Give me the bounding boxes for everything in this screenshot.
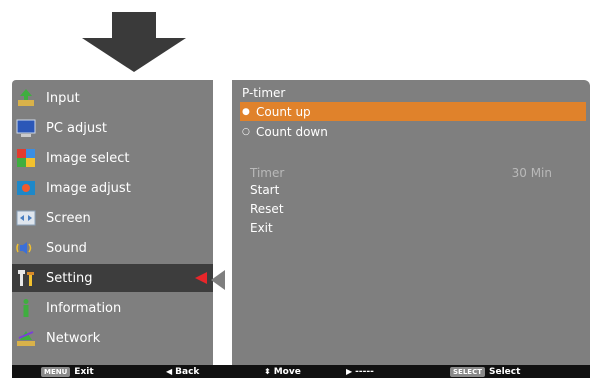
help-bar: MENU Exit ◀ Back ⬍ Move ▶ ----- SELECT S… bbox=[12, 365, 590, 378]
sidebar-item-pc-adjust[interactable]: PC adjust bbox=[12, 114, 213, 142]
option-count-down[interactable]: ○ Count down bbox=[240, 122, 586, 141]
sidebar-menu: Input PC adjust Image select Image adjus… bbox=[12, 80, 213, 365]
sidebar-item-information[interactable]: Information bbox=[12, 294, 213, 322]
sidebar-item-label: Screen bbox=[46, 210, 91, 226]
sidebar-item-sound[interactable]: Sound bbox=[12, 234, 213, 262]
sidebar-item-label: Setting bbox=[46, 270, 93, 286]
sidebar-item-setting[interactable]: Setting bbox=[12, 264, 213, 292]
select-key: SELECT bbox=[450, 366, 485, 377]
option-count-up[interactable]: ● Count up bbox=[240, 102, 586, 121]
active-marker-icon bbox=[195, 272, 207, 284]
up-down-arrow-icon: ⬍ bbox=[264, 367, 271, 376]
panel-title: P-timer bbox=[242, 86, 286, 100]
help-next-label: ----- bbox=[355, 366, 374, 377]
input-icon bbox=[18, 89, 34, 106]
help-exit-label: Exit bbox=[74, 366, 94, 377]
left-arrow-icon: ◀ bbox=[166, 367, 173, 376]
sidebar-item-label: Image adjust bbox=[46, 180, 131, 196]
help-back: ◀ Back bbox=[166, 365, 199, 378]
radio-selected-icon: ● bbox=[242, 106, 250, 117]
help-exit: MENU Exit bbox=[41, 365, 94, 378]
sidebar-item-label: Information bbox=[46, 300, 122, 316]
help-next: ▶ ----- bbox=[346, 365, 374, 378]
sidebar-item-label: Input bbox=[46, 90, 80, 106]
help-back-label: Back bbox=[175, 366, 200, 377]
sidebar-item-label: Image select bbox=[46, 150, 130, 166]
submenu-connector bbox=[211, 270, 225, 290]
image-adjust-icon bbox=[17, 181, 35, 195]
timer-label: Timer bbox=[250, 166, 285, 180]
sidebar-item-input[interactable]: Input bbox=[12, 84, 213, 112]
reset-item[interactable]: Reset bbox=[250, 202, 284, 216]
radio-unselected-icon: ○ bbox=[242, 126, 250, 137]
information-icon bbox=[23, 299, 29, 317]
option-label: Count up bbox=[256, 104, 311, 119]
sidebar-item-image-select[interactable]: Image select bbox=[12, 144, 213, 172]
setting-icon bbox=[18, 270, 34, 286]
right-arrow-icon: ▶ bbox=[346, 367, 353, 376]
screen-icon bbox=[16, 210, 36, 226]
sidebar-item-image-adjust[interactable]: Image adjust bbox=[12, 174, 213, 202]
sidebar-item-network[interactable]: Network bbox=[12, 324, 213, 352]
sidebar-item-label: PC adjust bbox=[46, 120, 107, 136]
option-label: Count down bbox=[256, 124, 328, 139]
p-timer-panel: P-timer ● Count up ○ Count down Timer 30… bbox=[232, 80, 590, 365]
help-select: SELECT Select bbox=[450, 365, 520, 378]
sound-icon bbox=[16, 242, 32, 254]
image-select-icon bbox=[17, 149, 35, 167]
timer-value[interactable]: 30 Min bbox=[512, 166, 552, 180]
sidebar-item-label: Network bbox=[46, 330, 101, 346]
sidebar-item-label: Sound bbox=[46, 240, 87, 256]
sidebar-item-screen[interactable]: Screen bbox=[12, 204, 213, 232]
start-item[interactable]: Start bbox=[250, 183, 279, 197]
help-move: ⬍ Move bbox=[264, 365, 301, 378]
exit-item[interactable]: Exit bbox=[250, 221, 273, 235]
down-arrow-icon bbox=[82, 12, 186, 72]
menu-key: MENU bbox=[41, 366, 71, 377]
network-icon bbox=[17, 331, 35, 346]
pc-adjust-icon bbox=[16, 119, 36, 137]
help-move-label: Move bbox=[273, 366, 301, 377]
help-select-label: Select bbox=[488, 366, 521, 377]
